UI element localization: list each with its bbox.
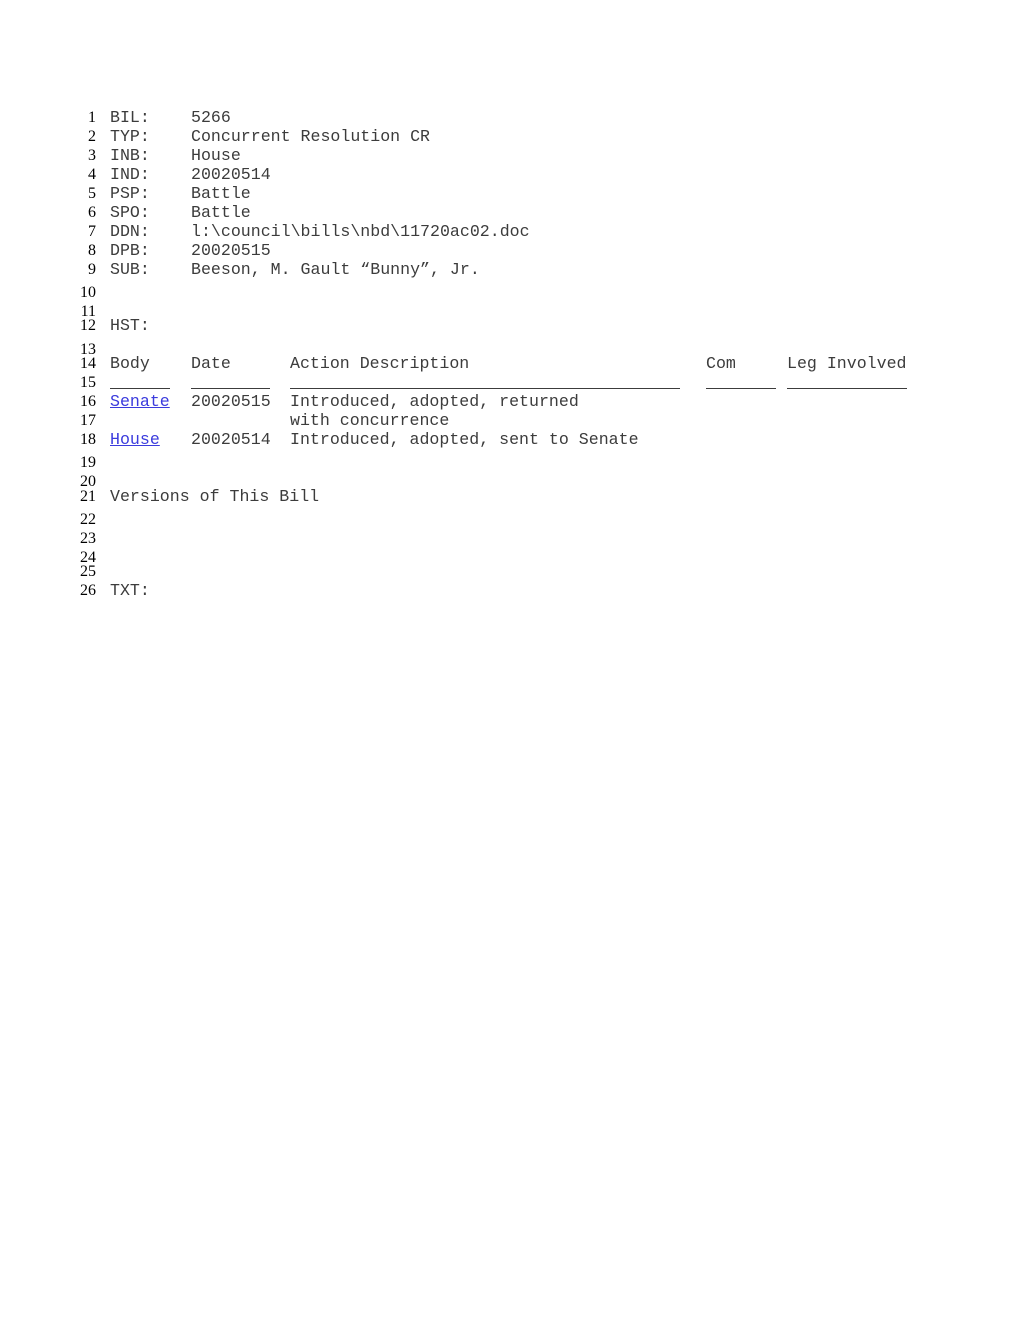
field-line-inb: 3 INB: House [0,146,1020,165]
field-value-spo: Battle [191,203,251,222]
history-label-line: 12 HST: [0,316,1020,335]
row-description: Introduced, adopted, sent to Senate [290,430,639,449]
column-rule-com [706,388,776,389]
column-header-date: Date [191,354,231,373]
blank-line: 23 [0,529,1020,548]
field-label-typ: TYP: [110,127,150,146]
line-number: 7 [88,223,96,240]
line-number: 8 [88,242,96,259]
line-number: 22 [80,511,96,528]
row-date: 20020514 [191,430,271,449]
versions-heading: Versions of This Bill [110,487,320,506]
column-rule-description [290,388,680,389]
field-label-ddn: DDN: [110,222,150,241]
blank-line: 19 [0,453,1020,472]
field-label-sub: SUB: [110,260,150,279]
field-value-sub: Beeson, M. Gault “Bunny”, Jr. [191,260,480,279]
field-line-dpb: 8 DPB: 20020515 [0,241,1020,260]
column-header-leg-involved: Leg Involved [787,354,907,373]
line-number: 17 [80,412,96,429]
line-number: 19 [80,454,96,471]
field-line-sub: 9 SUB: Beeson, M. Gault “Bunny”, Jr. [0,260,1020,279]
line-number: 1 [88,109,96,126]
line-number: 25 [80,563,96,580]
line-number: 4 [88,166,96,183]
field-label-bil: BIL: [110,108,150,127]
row-description: Introduced, adopted, returned [290,392,579,411]
line-number: 10 [80,284,96,301]
line-number: 3 [88,147,96,164]
field-line-spo: 6 SPO: Battle [0,203,1020,222]
line-number: 26 [80,582,96,599]
line-number: 15 [80,374,96,391]
field-line-typ: 2 TYP: Concurrent Resolution CR [0,127,1020,146]
field-label-spo: SPO: [110,203,150,222]
field-value-bil: 5266 [191,108,231,127]
field-value-inb: House [191,146,241,165]
column-header-body: Body [110,354,150,373]
body-link-senate[interactable]: Senate [110,392,170,411]
table-row: 18 House 20020514 Introduced, adopted, s… [0,430,1020,449]
line-number: 21 [80,488,96,505]
field-value-dpb: 20020515 [191,241,271,260]
blank-line: 25 [0,562,1020,581]
line-number: 5 [88,185,96,202]
table-row-continuation: 17 with concurrence [0,411,1020,430]
row-date: 20020515 [191,392,271,411]
line-number: 9 [88,261,96,278]
blank-line: 10 [0,283,1020,302]
table-row: 16 Senate 20020515 Introduced, adopted, … [0,392,1020,411]
column-rule-date [191,388,270,389]
line-number: 2 [88,128,96,145]
field-label-inb: INB: [110,146,150,165]
column-rule-body [110,388,170,389]
line-number: 12 [80,317,96,334]
line-number: 16 [80,393,96,410]
column-header-com: Com [706,354,736,373]
history-table-rules: 15 [0,373,1020,392]
line-number: 23 [80,530,96,547]
line-number: 14 [80,355,96,372]
history-table-header: 14 Body Date Action Description Com Leg … [0,354,1020,373]
column-header-action-description: Action Description [290,354,470,373]
field-line-ddn: 7 DDN: l:\council\bills\nbd\11720ac02.do… [0,222,1020,241]
body-link-house[interactable]: House [110,430,160,449]
text-label-line: 26 TXT: [0,581,1020,600]
field-value-ddn: l:\council\bills\nbd\11720ac02.doc [191,222,530,241]
field-label-dpb: DPB: [110,241,150,260]
row-description-continued: with concurrence [290,411,450,430]
blank-line: 22 [0,510,1020,529]
field-value-psp: Battle [191,184,251,203]
field-label-ind: IND: [110,165,150,184]
field-line-ind: 4 IND: 20020514 [0,165,1020,184]
column-rule-leg [787,388,907,389]
history-label: HST: [110,316,150,335]
field-label-psp: PSP: [110,184,150,203]
line-number: 6 [88,204,96,221]
field-line-bil: 1 BIL: 5266 [0,108,1020,127]
field-value-ind: 20020514 [191,165,271,184]
text-label: TXT: [110,581,150,600]
field-value-typ: Concurrent Resolution CR [191,127,430,146]
versions-line: 21 Versions of This Bill [0,487,1020,506]
bill-document: 1 BIL: 5266 2 TYP: Concurrent Resolution… [0,0,1020,1320]
line-number: 18 [80,431,96,448]
field-line-psp: 5 PSP: Battle [0,184,1020,203]
